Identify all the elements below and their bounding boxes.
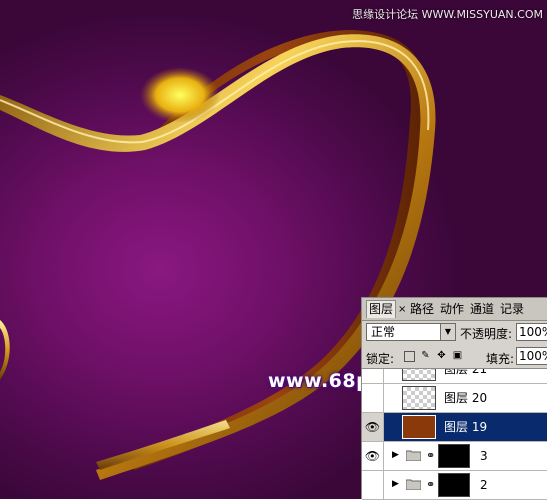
layers-panel: 图层 × 路径 动作 通道 记录 正常 ▼ 不透明度: 100% 锁定: ✎ ✥…: [361, 297, 547, 501]
tab-paths[interactable]: 路径: [408, 301, 436, 318]
tab-channels[interactable]: 通道: [468, 301, 496, 318]
blend-mode-value: 正常: [371, 325, 396, 339]
eye-icon[interactable]: 👁: [362, 413, 384, 441]
panel-tabs: 图层 × 路径 动作 通道 记录: [362, 298, 547, 321]
layer-group-row[interactable]: 👁 ▶ ⚭ 3: [362, 442, 547, 471]
eye-icon[interactable]: 👁: [362, 442, 384, 470]
layer-name: 图层 20: [444, 391, 488, 405]
blend-mode-select[interactable]: 正常 ▼: [366, 323, 456, 341]
opacity-label: 不透明度:: [460, 327, 513, 341]
expand-triangle-icon[interactable]: ▶: [392, 479, 399, 489]
lock-all-icon[interactable]: ▣: [452, 350, 463, 361]
layer-list: 图层 21 图层 20 👁 图层 19 👁 ▶ ⚭ 3 ▶ ⚭ 2: [362, 368, 547, 501]
layer-name: 2: [480, 478, 488, 492]
tab-layers[interactable]: 图层: [366, 300, 397, 318]
lock-paint-icon[interactable]: ✎: [420, 350, 431, 361]
layer-thumbnail: [402, 386, 436, 410]
layer-name: 图层 21: [444, 368, 488, 376]
mask-link-icon: ⚭: [426, 478, 436, 491]
mask-link-icon: ⚭: [426, 449, 436, 462]
lock-transparency-icon[interactable]: [404, 351, 415, 362]
layer-group-row[interactable]: ▶ ⚭ 2: [362, 471, 547, 500]
lock-label: 锁定:: [366, 352, 395, 366]
layer-name: 3: [480, 449, 488, 463]
folder-icon: [406, 479, 421, 490]
visibility-toggle[interactable]: [362, 384, 384, 412]
layer-thumbnail: [402, 369, 436, 381]
tab-history[interactable]: 记录: [498, 301, 526, 318]
folder-icon: [406, 450, 421, 461]
layer-row[interactable]: 图层 20: [362, 384, 547, 413]
layer-name: 图层 19: [444, 420, 488, 434]
lock-fill-row: 锁定: ✎ ✥ ▣ 填充: 100%: [362, 346, 547, 368]
fill-input[interactable]: 100%: [516, 347, 547, 365]
layer-row[interactable]: 图层 21: [362, 368, 547, 384]
blend-opacity-row: 正常 ▼ 不透明度: 100%: [362, 320, 547, 346]
mask-thumbnail: [438, 473, 470, 497]
opacity-input[interactable]: 100%: [516, 323, 547, 341]
ribbon-highlight: [140, 67, 220, 123]
tab-close-icon[interactable]: ×: [396, 301, 408, 318]
dropdown-arrow-icon: ▼: [440, 324, 455, 340]
visibility-toggle[interactable]: [362, 471, 384, 499]
watermark-top: 思缘设计论坛 WWW.MISSYUAN.COM: [352, 8, 543, 21]
mask-thumbnail: [438, 444, 470, 468]
visibility-toggle[interactable]: [362, 369, 384, 383]
expand-triangle-icon[interactable]: ▶: [392, 450, 399, 460]
layer-thumbnail: [402, 415, 436, 439]
ribbon-left-curl: [0, 320, 10, 380]
layer-row-selected[interactable]: 👁 图层 19: [362, 413, 547, 442]
lock-move-icon[interactable]: ✥: [436, 350, 447, 361]
tab-actions[interactable]: 动作: [438, 301, 466, 318]
fill-label: 填充:: [486, 352, 515, 366]
